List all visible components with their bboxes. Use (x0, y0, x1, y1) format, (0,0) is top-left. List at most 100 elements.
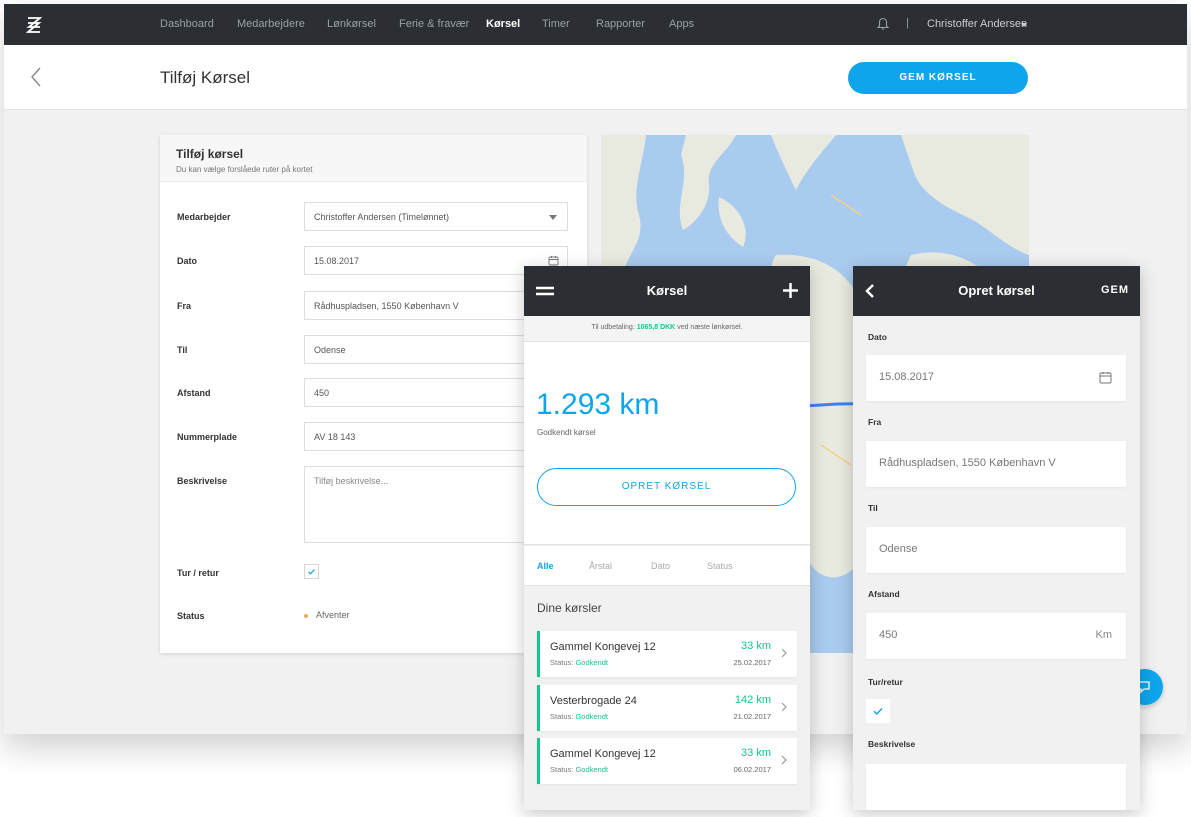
total-km: 1.293 km (536, 388, 660, 421)
trip-address: Gammel Kongevej 12 (550, 641, 656, 653)
plate-label: Nummerplade (177, 432, 238, 442)
to-value: Odense (314, 345, 346, 355)
form-title: Tilføj kørsel (176, 147, 244, 161)
mobile-title: Kørsel (646, 283, 688, 298)
user-menu[interactable]: Christoffer Andersen (927, 18, 1027, 30)
list-item[interactable]: Gammel Kongevej 12 Status: Godkendt 33 k… (537, 738, 797, 784)
from-value: Rådhuspladsen, 1550 København V (879, 457, 1056, 469)
date-value: 15.08.2017 (879, 371, 935, 383)
trip-km: 33 km (741, 747, 771, 759)
logo-icon[interactable] (26, 16, 42, 34)
nav-item-lonkorsel[interactable]: Lønkørsel (327, 18, 376, 30)
total-km-label: Godkendt kørsel (537, 428, 596, 437)
trip-address: Vesterbrogade 24 (550, 695, 637, 707)
roundtrip-label: Tur / retur (177, 568, 219, 578)
trip-status: Status: Godkendt (550, 765, 608, 774)
mobile-create-trip: Opret kørsel GEM Dato 15.08.2017 Fra Råd… (853, 266, 1140, 810)
status-value: Afventer (316, 610, 350, 620)
mobile-save-button[interactable]: GEM (1101, 284, 1129, 296)
back-arrow-icon[interactable] (28, 65, 44, 89)
create-trip-button[interactable]: OPRET KØRSEL (537, 468, 796, 506)
roundtrip-checkbox[interactable] (866, 699, 890, 723)
bell-icon[interactable] (877, 17, 889, 31)
trip-km: 33 km (741, 640, 771, 652)
chevron-down-icon (549, 215, 557, 220)
to-value: Odense (879, 543, 918, 555)
trip-address: Gammel Kongevej 12 (550, 748, 656, 760)
trips-heading: Dine kørsler (537, 601, 602, 615)
distance-value: 450 (879, 629, 898, 641)
employee-label: Medarbejder (177, 212, 231, 222)
payout-suffix: ved næste lønkørsel. (677, 324, 743, 331)
distance-field[interactable]: 450 Km (866, 613, 1126, 659)
add-trip-form: Tilføj kørsel Du kan vælge forslåede rut… (160, 135, 587, 653)
top-navigation: Dashboard Medarbejdere Lønkørsel Ferie &… (4, 4, 1187, 45)
trip-date: 06.02.2017 (733, 765, 771, 774)
from-label: Fra (868, 417, 882, 427)
mobile-topbar: Kørsel (524, 266, 810, 316)
from-label: Fra (177, 301, 192, 311)
date-label: Dato (868, 332, 887, 342)
description-field[interactable] (866, 764, 1126, 810)
to-field[interactable]: Odense (866, 527, 1126, 573)
distance-label: Afstand (177, 388, 211, 398)
mobile-create-topbar: Opret kørsel GEM (853, 266, 1140, 316)
calendar-icon[interactable] (548, 255, 559, 266)
to-label: Til (177, 345, 188, 355)
trip-status: Status: Godkendt (550, 712, 608, 721)
page-title: Tilføj Kørsel (160, 68, 251, 87)
payout-amount: 1065,8 DKK (636, 324, 676, 331)
from-field[interactable]: Rådhuspladsen, 1550 København V (866, 441, 1126, 487)
mobile-trip-list: Kørsel Til udbetaling: 1065,8 DKK ved næ… (524, 266, 810, 810)
from-value: Rådhuspladsen, 1550 København V (314, 301, 459, 311)
payout-info: Til udbetaling: 1065,8 DKK ved næste løn… (524, 316, 810, 342)
nav-item-dashboard[interactable]: Dashboard (160, 18, 214, 30)
tab-alle[interactable]: Alle (537, 561, 554, 571)
tab-status[interactable]: Status (707, 561, 733, 571)
chevron-right-icon (781, 648, 787, 658)
status-label: Status (177, 611, 205, 621)
employee-value: Christoffer Andersen (Timelønnet) (314, 212, 450, 222)
date-value: 15.08.2017 (314, 256, 360, 266)
nav-item-korsel[interactable]: Kørsel (486, 18, 520, 30)
plate-value: AV 18 143 (314, 432, 356, 442)
distance-unit: Km (1095, 629, 1113, 641)
save-button[interactable]: GEM KØRSEL (848, 62, 1028, 94)
trip-status: Status: Godkendt (550, 658, 608, 667)
calendar-icon[interactable] (1099, 371, 1112, 384)
checkmark-icon (308, 569, 315, 575)
distance-label: Afstand (868, 589, 900, 599)
description-placeholder: Tilføj beskrivelse... (314, 476, 389, 486)
plus-icon[interactable] (782, 282, 799, 299)
roundtrip-checkbox[interactable] (304, 564, 319, 579)
page-header: Tilføj Kørsel GEM KØRSEL (4, 45, 1187, 110)
list-item[interactable]: Vesterbrogade 24 Status: Godkendt 142 km… (537, 685, 797, 731)
description-label: Beskrivelse (177, 476, 228, 486)
tab-dato[interactable]: Dato (651, 561, 670, 571)
nav-item-medarbejdere[interactable]: Medarbejdere (237, 18, 305, 30)
mobile-create-title: Opret kørsel (958, 283, 1035, 298)
date-field[interactable]: 15.08.2017 (866, 355, 1126, 401)
tab-arstal[interactable]: Årstal (589, 561, 612, 571)
nav-item-ferie[interactable]: Ferie & fravær (399, 18, 469, 30)
distance-value: 450 (314, 388, 330, 398)
payout-prefix: Til udbetaling: (591, 324, 635, 331)
to-label: Til (868, 503, 878, 513)
trip-km: 142 km (734, 694, 771, 706)
date-label: Dato (177, 256, 197, 266)
list-item[interactable]: Gammel Kongevej 12 Status: Godkendt 33 k… (537, 631, 797, 677)
summary-panel: 1.293 km Godkendt kørsel OPRET KØRSEL (524, 342, 810, 545)
nav-item-rapporter[interactable]: Rapporter (596, 18, 645, 30)
trip-date: 21.02.2017 (733, 712, 771, 721)
form-subtitle: Du kan vælge forslåede ruter på kortet (176, 165, 313, 174)
roundtrip-label: Tur/retur (868, 677, 903, 687)
chevron-down-icon[interactable] (1021, 23, 1027, 27)
form-header: Tilføj kørsel Du kan vælge forslåede rut… (160, 135, 587, 182)
employee-select[interactable]: Christoffer Andersen (Timelønnet) (304, 202, 568, 231)
nav-item-timer[interactable]: Timer (542, 18, 570, 30)
nav-item-apps[interactable]: Apps (669, 18, 694, 30)
filter-tabs: Alle Årstal Dato Status (524, 546, 810, 586)
chevron-right-icon (781, 702, 787, 712)
nav-separator: | (906, 17, 909, 29)
status-dot (304, 614, 308, 618)
